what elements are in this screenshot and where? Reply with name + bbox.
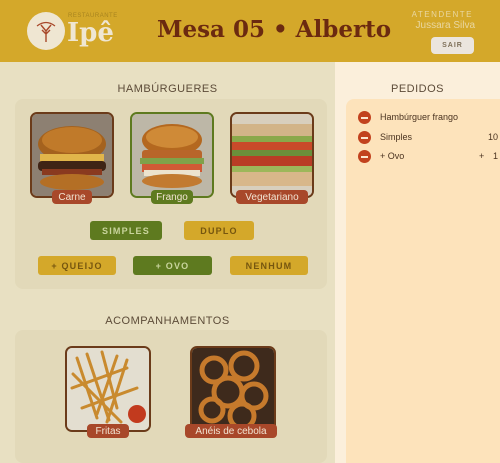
side-aneis-image xyxy=(190,346,276,432)
attendant-name: Jussara Silva xyxy=(415,20,475,31)
burger-carne-image xyxy=(30,112,114,198)
app-header: RESTAURANTE Ipê Mesa 05 • Alberto ATENDE… xyxy=(0,0,500,62)
order-item-qty: 10 xyxy=(487,132,498,142)
extra-ovo-button[interactable]: + OVO xyxy=(133,256,212,275)
order-item-plus: + xyxy=(479,151,485,161)
orders-sidebar: PEDIDOS Hambúrguer frango Simples 10 + O… xyxy=(335,62,500,463)
orders-title: PEDIDOS xyxy=(390,83,444,95)
burger-vegetariano-label: Vegetariano xyxy=(236,190,308,204)
order-item-name: + Ovo xyxy=(380,151,405,161)
burgers-section-title: HAMBÚRGUERES xyxy=(117,83,218,95)
side-fritas-image xyxy=(65,346,151,432)
side-fritas-label: Fritas xyxy=(87,424,129,438)
burger-item-vegetariano[interactable]: Vegetariano xyxy=(230,112,314,204)
page-title: Mesa 05 • Alberto xyxy=(157,16,392,43)
side-item-aneis-de-cebola[interactable]: Anéis de cebola xyxy=(185,346,277,442)
remove-minus-icon[interactable] xyxy=(358,150,371,163)
order-row: Hambúrguer frango xyxy=(358,111,498,125)
brand-name: Ipê xyxy=(67,18,114,48)
extra-nenhum-button[interactable]: NENHUM xyxy=(230,256,308,275)
order-item-qty: 1 xyxy=(492,151,498,161)
burger-carne-label: Carne xyxy=(52,190,92,204)
order-item-name: Simples xyxy=(380,132,413,142)
attendant-label: ATENDENTE xyxy=(411,10,473,19)
ipe-tree-logo-icon xyxy=(27,12,65,50)
burger-item-frango[interactable]: Frango xyxy=(130,112,214,204)
size-duplo-button[interactable]: DUPLO xyxy=(184,221,254,240)
logout-button[interactable]: SAIR xyxy=(431,37,474,54)
menu-area: HAMBÚRGUERES Carne Frango Vegetariano SI… xyxy=(0,62,335,463)
sides-panel: Fritas Anéis de cebola xyxy=(15,330,327,463)
remove-minus-icon[interactable] xyxy=(358,131,371,144)
order-item-name: Hambúrguer frango xyxy=(380,112,459,122)
burger-frango-label: Frango xyxy=(151,190,193,204)
burger-item-carne[interactable]: Carne xyxy=(30,112,114,204)
order-row: Simples 10 xyxy=(358,131,498,145)
order-row: + Ovo + 1 xyxy=(358,150,498,164)
remove-minus-icon[interactable] xyxy=(358,111,371,124)
side-aneis-label: Anéis de cebola xyxy=(185,424,277,438)
side-item-fritas[interactable]: Fritas xyxy=(65,346,151,442)
sides-section-title: ACOMPANHAMENTOS xyxy=(105,315,230,327)
burger-frango-image xyxy=(130,112,214,198)
burger-vegetariano-image xyxy=(230,112,314,198)
extra-queijo-button[interactable]: + QUEIJO xyxy=(38,256,116,275)
size-simples-button[interactable]: SIMPLES xyxy=(90,221,162,240)
burgers-panel: Carne Frango Vegetariano SIMPLES DUPLO +… xyxy=(15,99,327,289)
orders-panel: Hambúrguer frango Simples 10 + Ovo + 1 xyxy=(346,99,500,463)
